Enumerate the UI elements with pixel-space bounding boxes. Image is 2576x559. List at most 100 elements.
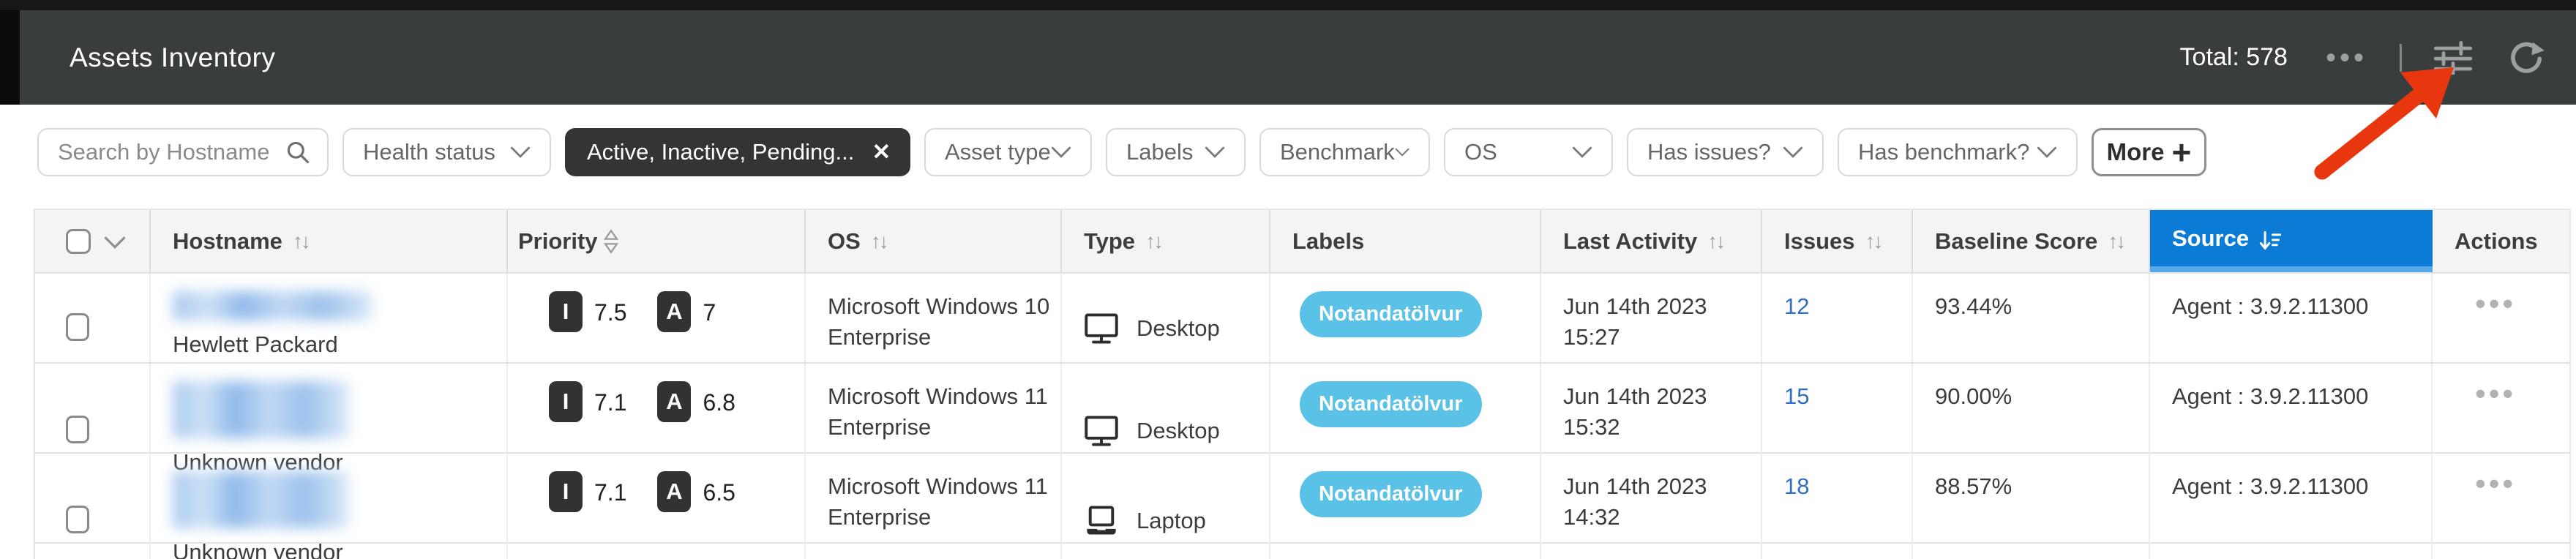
remove-filter-icon[interactable]: ✕ xyxy=(872,139,891,165)
active-filter-chip-label: Active, Inactive, Pending... xyxy=(587,139,854,165)
baseline-score-cell: 93.44% xyxy=(1913,274,2150,362)
issues-link[interactable]: 18 xyxy=(1784,473,1809,499)
table-row: Unknown vendor I 7.1 A 6.5 Microsoft Win… xyxy=(35,452,2569,542)
select-all-checkbox[interactable] xyxy=(66,229,91,254)
source-cell: Agent : 3.9.2.11300 xyxy=(2150,274,2433,362)
os-cell: Microsoft Windows 10 Enterprise xyxy=(806,274,1062,362)
row-checkbox[interactable] xyxy=(66,313,89,341)
sort-icon[interactable]: ↑↓ xyxy=(2108,230,2124,253)
column-settings-icon[interactable] xyxy=(2434,41,2472,75)
filter-label: Benchmark xyxy=(1280,139,1395,165)
sort-triangles-icon[interactable] xyxy=(602,229,620,254)
column-header-actions: Actions xyxy=(2433,210,2572,272)
chevron-down-icon xyxy=(2037,146,2057,159)
issues-link[interactable]: 15 xyxy=(1784,383,1809,409)
filter-os[interactable]: OS xyxy=(1444,128,1613,176)
header-divider xyxy=(2400,44,2402,72)
app-header-band: Assets Inventory Total: 578 ••• xyxy=(0,10,2576,105)
filter-health-status[interactable]: Health status xyxy=(342,128,551,176)
impact-score: 7.1 xyxy=(594,387,626,419)
redacted-hostname-link[interactable] xyxy=(173,471,348,528)
chevron-down-icon xyxy=(1051,146,1071,159)
laptop-icon xyxy=(1084,505,1119,537)
impact-score: 7.1 xyxy=(594,477,626,509)
labels-cell: Notandatölvur xyxy=(1270,274,1541,362)
vendor-name: Hewlett Packard xyxy=(173,329,499,360)
total-count: Total: 578 xyxy=(2180,43,2288,72)
filter-labels[interactable]: Labels xyxy=(1106,128,1246,176)
select-menu-chevron-icon[interactable] xyxy=(104,236,126,250)
sort-icon[interactable]: ↑↓ xyxy=(1145,230,1161,253)
asset-score: 7 xyxy=(703,297,716,329)
label-tag[interactable]: Notandatölvur xyxy=(1300,381,1482,427)
column-header-labels[interactable]: Labels xyxy=(1270,210,1541,272)
filter-label: Has issues? xyxy=(1647,139,1771,165)
asset-badge: A xyxy=(657,381,691,422)
active-filter-chip[interactable]: Active, Inactive, Pending... ✕ xyxy=(565,128,910,176)
chevron-down-icon xyxy=(510,146,531,159)
more-filters-label: More xyxy=(2107,138,2165,166)
column-header-last-activity[interactable]: Last Activity ↑↓ xyxy=(1541,210,1762,272)
redacted-hostname-link[interactable] xyxy=(173,381,348,438)
hostname-cell: Hewlett Packard xyxy=(151,274,508,362)
column-header-source[interactable]: Source xyxy=(2150,210,2433,272)
refresh-icon[interactable] xyxy=(2507,39,2545,77)
impact-badge: I xyxy=(549,291,583,332)
row-actions-icon[interactable]: ••• xyxy=(2455,466,2516,500)
label-tag[interactable]: Notandatölvur xyxy=(1300,291,1482,337)
desktop-icon xyxy=(1084,312,1119,345)
impact-badge: I xyxy=(549,471,583,512)
filter-bar: Health status Active, Inactive, Pending.… xyxy=(37,128,2576,176)
asset-score: 6.5 xyxy=(703,477,735,509)
actions-cell: ••• xyxy=(2433,274,2572,362)
table-row: Unknown vendor I 7.1 A 6.8 Microsoft Win… xyxy=(35,362,2569,452)
sort-icon[interactable]: ↑↓ xyxy=(1707,230,1723,253)
priority-cell: I 7.5 A 7 xyxy=(508,274,806,362)
filter-label: OS xyxy=(1464,139,1497,165)
table-row: Hewlett Packard I 7.5 A 7 Microsoft Wind… xyxy=(35,272,2569,362)
search-input[interactable] xyxy=(58,139,277,165)
search-box[interactable] xyxy=(37,128,329,176)
asset-badge: A xyxy=(657,471,691,512)
row-checkbox[interactable] xyxy=(66,506,89,533)
header-left-notch xyxy=(0,10,20,105)
chevron-down-icon xyxy=(1205,146,1225,159)
filter-benchmark[interactable]: Benchmark xyxy=(1259,128,1430,176)
page-title: Assets Inventory xyxy=(70,42,276,73)
column-header-priority[interactable]: Priority xyxy=(508,210,806,272)
column-header-hostname[interactable]: Hostname ↑↓ xyxy=(151,210,508,272)
filter-has-benchmark[interactable]: Has benchmark? xyxy=(1838,128,2078,176)
sort-icon[interactable]: ↑↓ xyxy=(871,230,887,253)
type-label: Desktop xyxy=(1137,416,1220,446)
column-header-issues[interactable]: Issues ↑↓ xyxy=(1762,210,1913,272)
assets-table: Hostname ↑↓ Priority OS ↑↓ Type ↑↓ Label… xyxy=(34,209,2571,559)
issues-link[interactable]: 12 xyxy=(1784,293,1809,319)
asset-score: 6.8 xyxy=(703,387,735,419)
row-actions-icon[interactable]: ••• xyxy=(2455,286,2516,320)
type-label: Desktop xyxy=(1137,313,1220,344)
type-cell: Desktop xyxy=(1062,274,1270,362)
desktop-icon xyxy=(1084,415,1119,447)
table-header-row: Hostname ↑↓ Priority OS ↑↓ Type ↑↓ Label… xyxy=(35,210,2569,272)
filter-asset-type[interactable]: Asset type xyxy=(924,128,1092,176)
redacted-hostname-link[interactable] xyxy=(173,291,372,320)
sort-icon[interactable]: ↑↓ xyxy=(293,230,309,253)
row-checkbox[interactable] xyxy=(66,416,89,443)
table-row-partial xyxy=(35,542,2569,559)
impact-badge: I xyxy=(549,381,583,422)
sort-icon[interactable]: ↑↓ xyxy=(1865,230,1882,253)
column-header-baseline-score[interactable]: Baseline Score ↑↓ xyxy=(1913,210,2150,272)
more-filters-button[interactable]: More + xyxy=(2092,128,2206,176)
label-tag[interactable]: Notandatölvur xyxy=(1300,471,1482,517)
search-icon xyxy=(285,139,311,165)
chevron-down-icon xyxy=(1395,146,1409,159)
filter-has-issues[interactable]: Has issues? xyxy=(1627,128,1824,176)
row-actions-icon[interactable]: ••• xyxy=(2455,376,2516,410)
issues-cell: 12 xyxy=(1762,274,1913,362)
column-header-os[interactable]: OS ↑↓ xyxy=(806,210,1062,272)
column-header-type[interactable]: Type ↑↓ xyxy=(1062,210,1270,272)
last-activity-cell: Jun 14th 2023 15:27 xyxy=(1541,274,1762,362)
filter-label: Has benchmark? xyxy=(1858,139,2029,165)
header-checkbox-cell xyxy=(35,210,151,272)
header-more-icon[interactable]: ••• xyxy=(2326,43,2367,72)
